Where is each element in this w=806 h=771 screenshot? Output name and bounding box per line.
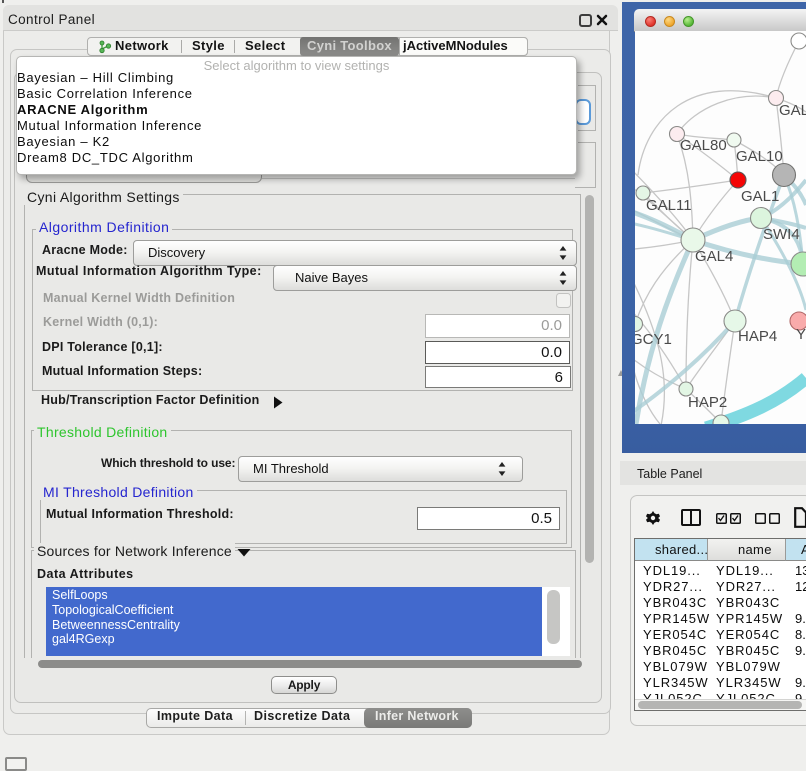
svg-text:GAL80: GAL80	[680, 137, 727, 154]
svg-text:GCY1: GCY1	[635, 331, 672, 348]
svg-text:HAP2: HAP2	[688, 394, 727, 411]
svg-text:GAL11: GAL11	[646, 197, 692, 214]
svg-text:GAL1: GAL1	[741, 188, 779, 205]
svg-text:Y: Y	[796, 326, 806, 343]
svg-text:GAL4: GAL4	[695, 248, 733, 265]
svg-text:GAL10: GAL10	[736, 148, 783, 165]
svg-text:HAP4: HAP4	[738, 328, 777, 345]
svg-text:GAL7: GAL7	[779, 102, 806, 119]
svg-text:SWI4: SWI4	[763, 226, 800, 243]
